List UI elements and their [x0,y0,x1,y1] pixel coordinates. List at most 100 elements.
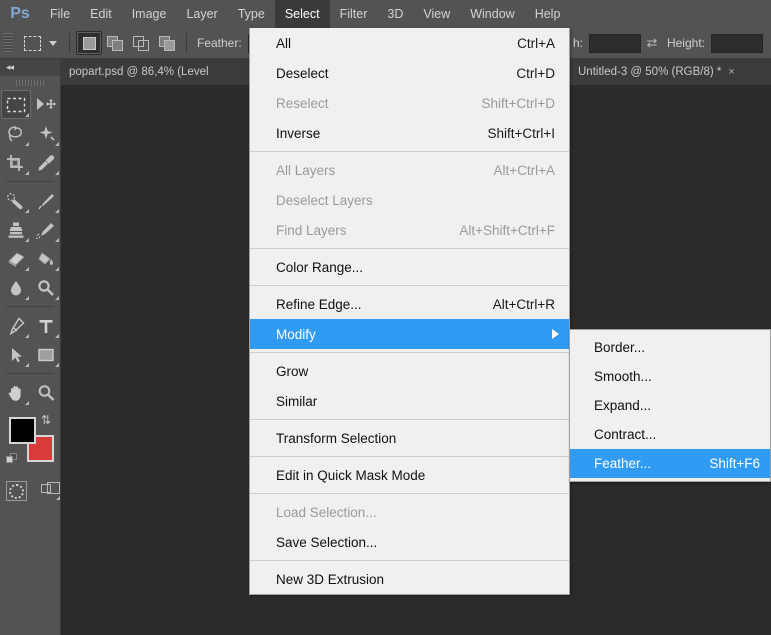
document-tab-untitled-3[interactable]: Untitled-3 @ 50% (RGB/8) * × [570,59,771,85]
pen-icon [9,316,25,335]
menu-item-label: All Layers [276,162,336,178]
menu-filter[interactable]: Filter [330,0,378,28]
tab-title: Untitled-3 @ 50% (RGB/8) * [578,66,722,78]
submenu-item-border[interactable]: Border... [570,333,770,362]
menu-item-save-selection[interactable]: Save Selection... [250,527,569,557]
menu-separator [250,419,569,420]
tool-spot-healing-brush[interactable] [1,186,31,215]
tool-quick-selection[interactable] [31,119,61,148]
modify-submenu: Border... Smooth... Expand... Contract..… [569,329,771,482]
tool-zoom[interactable] [31,378,61,407]
submenu-item-smooth[interactable]: Smooth... [570,362,770,391]
menu-item-label: Grow [276,363,309,379]
menu-separator [250,493,569,494]
brush-icon [38,193,54,209]
submenu-item-shortcut: Shift+F6 [709,456,760,471]
screen-mode-icon[interactable] [41,481,60,501]
divider [186,33,187,53]
swap-colors-icon[interactable]: ⇅ [41,413,51,427]
subtract-from-selection-button[interactable] [128,31,154,55]
chevron-down-icon[interactable] [49,40,57,46]
close-icon[interactable]: × [728,66,734,78]
quick-mask-icon[interactable] [6,481,27,501]
menu-item-label: Deselect [276,65,329,81]
tool-move[interactable] [31,90,61,119]
tools-panel-grip[interactable] [0,76,60,90]
width-input[interactable] [588,33,641,53]
submenu-item-contract[interactable]: Contract... [570,420,770,449]
tool-type[interactable] [31,311,61,340]
menu-item-edit-in-quick-mask-mode[interactable]: Edit in Quick Mask Mode [250,460,569,490]
menu-item-similar[interactable]: Similar [250,386,569,416]
menu-separator [250,352,569,353]
tool-path-selection[interactable] [1,340,31,369]
dodge-icon [38,279,54,296]
menu-item-all[interactable]: All Ctrl+A [250,28,569,58]
menu-select[interactable]: Select [274,0,330,28]
menu-separator [250,248,569,249]
submenu-item-expand[interactable]: Expand... [570,391,770,420]
menu-item-inverse[interactable]: Inverse Shift+Ctrl+I [250,118,569,148]
rectangular-marquee-icon[interactable] [19,31,45,55]
menu-file[interactable]: File [40,0,80,28]
menu-item-label: New 3D Extrusion [276,571,385,587]
menu-image[interactable]: Image [122,0,177,28]
tool-rectangular-marquee[interactable] [1,90,31,119]
healing-brush-icon [6,192,23,209]
menu-item-grow[interactable]: Grow [250,356,569,386]
new-selection-button[interactable] [76,31,102,55]
menu-item-shortcut: Ctrl+D [516,65,555,81]
tool-rectangle-shape[interactable] [31,340,61,369]
tool-crop[interactable] [1,148,31,177]
tool-blur[interactable] [1,273,31,302]
menu-edit[interactable]: Edit [80,0,122,28]
options-bar-grip[interactable] [3,33,13,53]
menu-type[interactable]: Type [228,0,275,28]
menu-view[interactable]: View [413,0,460,28]
divider [69,33,70,53]
menu-item-color-range[interactable]: Color Range... [250,252,569,282]
tool-eraser[interactable] [1,244,31,273]
tool-eyedropper[interactable] [31,148,61,177]
photoshop-window: Ps File Edit Image Layer Type Select Fil… [0,0,771,635]
tool-gradient[interactable] [31,244,61,273]
submenu-item-feather[interactable]: Feather... Shift+F6 [570,449,770,478]
select-menu-dropdown: All Ctrl+A Deselect Ctrl+D Reselect Shif… [249,28,570,595]
tool-hand[interactable] [1,378,31,407]
tool-lasso[interactable] [1,119,31,148]
document-tab-popart[interactable]: popart.psd @ 86,4% (Level [61,59,271,85]
tool-history-brush[interactable] [31,215,61,244]
default-colors-icon[interactable] [6,453,19,466]
menu-3d[interactable]: 3D [377,0,413,28]
history-brush-icon [36,222,54,239]
menu-item-label: All [276,35,292,51]
submenu-item-label: Smooth... [594,369,652,384]
menu-item-all-layers: All Layers Alt+Ctrl+A [250,155,569,185]
foreground-color-swatch[interactable] [9,417,36,444]
swap-arrows-icon[interactable]: ⇄ [641,33,663,53]
eraser-icon [8,251,25,267]
menu-item-modify[interactable]: Modify [250,319,569,349]
menu-item-refine-edge[interactable]: Refine Edge... Alt+Ctrl+R [250,289,569,319]
menu-window[interactable]: Window [460,0,524,28]
tool-dodge[interactable] [31,273,61,302]
menu-item-new-3d-extrusion[interactable]: New 3D Extrusion [250,564,569,594]
menu-layer[interactable]: Layer [176,0,227,28]
tool-brush[interactable] [31,186,61,215]
arrow-cursor-icon [12,347,22,362]
menu-item-transform-selection[interactable]: Transform Selection [250,423,569,453]
menu-item-label: Deselect Layers [276,192,373,208]
tool-pen[interactable] [1,311,31,340]
menu-item-label: Refine Edge... [276,296,362,312]
menu-item-deselect[interactable]: Deselect Ctrl+D [250,58,569,88]
collapse-panel-button[interactable]: ◂◂ [0,59,60,76]
menu-help[interactable]: Help [525,0,571,28]
height-input[interactable] [711,33,763,53]
mode-buttons [0,481,60,501]
menu-separator [250,560,569,561]
tool-clone-stamp[interactable] [1,215,31,244]
menu-item-shortcut: Alt+Ctrl+R [492,296,555,312]
add-to-selection-button[interactable] [102,31,128,55]
divider [6,306,54,307]
intersect-with-selection-button[interactable] [154,31,180,55]
